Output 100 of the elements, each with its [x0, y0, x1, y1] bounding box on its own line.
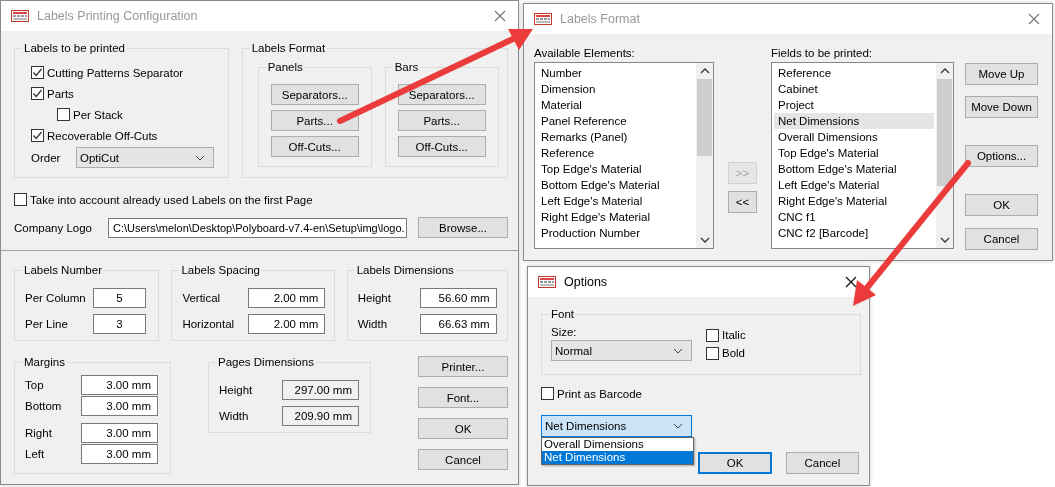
list-item[interactable]: Reference — [774, 65, 934, 81]
field-label: Width — [219, 410, 250, 422]
list-item[interactable]: CNC f2 [Barcode] — [774, 225, 934, 241]
button[interactable]: Separators... — [270, 84, 359, 105]
dropdown-option[interactable]: Overall Dimensions — [542, 438, 693, 451]
button[interactable]: OK — [698, 452, 772, 474]
checkbox[interactable] — [14, 193, 27, 206]
list-box[interactable]: Number Dimension Material Panel Reference Remarks (Panel) Reference Top Edge's Material Bottom Edge's Material Left Edge's Material Right Edge's Material Production Number — [534, 62, 714, 249]
input-field[interactable]: 209.90 mm — [282, 406, 359, 426]
chevron-down-icon[interactable] — [699, 237, 710, 243]
close-icon[interactable] — [845, 276, 857, 288]
checkbox[interactable] — [706, 328, 719, 342]
button[interactable]: Cancel — [418, 449, 508, 470]
list-item[interactable]: Cabinet — [774, 81, 934, 97]
scrollbar-thumb[interactable] — [937, 79, 952, 187]
input-field[interactable]: 3.00 mm — [81, 375, 158, 395]
dropdown-option[interactable]: Net Dimensions — [542, 451, 693, 464]
dropdown[interactable]: Net Dimensions — [541, 415, 693, 437]
list-item[interactable]: CNC f1 — [774, 209, 934, 225]
list-item[interactable]: Material — [537, 97, 694, 113]
checkbox[interactable] — [541, 387, 554, 400]
group-title: Font — [549, 307, 576, 321]
list-item[interactable]: Production Number — [537, 225, 694, 241]
field-label: Bottom — [25, 400, 63, 412]
button[interactable]: Move Up — [965, 63, 1038, 85]
list-item[interactable]: Dimension — [537, 81, 694, 97]
input-field[interactable]: 2.00 mm — [248, 314, 326, 334]
button[interactable]: Parts... — [270, 110, 359, 131]
button[interactable]: Printer... — [418, 356, 508, 377]
keyboard-icon — [11, 10, 29, 22]
field-label: Per Column — [25, 292, 87, 304]
list-item[interactable]: Overall Dimensions — [774, 129, 934, 145]
button[interactable]: Off-Cuts... — [270, 136, 359, 157]
list-box[interactable]: Reference Cabinet Project Net Dimensions Overall Dimensions Top Edge's Material Bottom Edge's Material Left Edge's Material Right Edge's Material CNC f1 CNC f2 [Barcode] — [771, 62, 954, 249]
chevron-up-icon[interactable] — [699, 68, 710, 74]
browse-button[interactable]: Browse... — [418, 217, 508, 238]
list-item[interactable]: Bottom Edge's Material — [537, 177, 694, 193]
button[interactable]: Parts... — [397, 110, 486, 131]
list-item[interactable]: Left Edge's Material — [537, 193, 694, 209]
scrollbar[interactable] — [696, 63, 713, 248]
button[interactable]: Cancel — [785, 452, 859, 474]
checkbox-label[interactable]: Parts — [47, 87, 74, 100]
checkbox[interactable] — [31, 66, 44, 79]
field-label: Per Line — [25, 318, 69, 330]
input-field[interactable]: 5 — [93, 288, 146, 308]
list-item[interactable]: Top Edge's Material — [537, 161, 694, 177]
checkbox-label[interactable]: Cutting Patterns Separator — [47, 66, 184, 79]
button[interactable]: << — [728, 191, 757, 213]
group-title: Labels Dimensions — [354, 263, 456, 277]
input-field[interactable]: 3.00 mm — [81, 444, 158, 464]
checkbox[interactable] — [57, 108, 70, 121]
button[interactable]: Cancel — [965, 228, 1038, 250]
checkbox-label[interactable]: Recoverable Off-Cuts — [47, 129, 158, 142]
field-label: Order — [31, 151, 62, 164]
checkbox-label[interactable]: Italic — [722, 329, 746, 341]
chevron-down-icon[interactable] — [939, 237, 950, 243]
button[interactable]: OK — [965, 194, 1038, 216]
list-item[interactable]: Right Edge's Material — [537, 209, 694, 225]
field-label: Left — [25, 448, 46, 460]
dropdown[interactable]: Normal — [551, 340, 692, 361]
checkbox-label[interactable]: Take into account already used Labels on the first Page — [30, 193, 313, 206]
list-item[interactable]: Panel Reference — [537, 113, 694, 129]
chevron-up-icon[interactable] — [939, 68, 950, 74]
checkbox-label[interactable]: Per Stack — [73, 108, 123, 121]
input-field[interactable]: 3 — [93, 314, 146, 334]
list-item[interactable]: Bottom Edge's Material — [774, 161, 934, 177]
checkbox[interactable] — [31, 129, 44, 142]
checkbox-label[interactable]: Print as Barcode — [557, 387, 642, 400]
field-label: Right — [25, 427, 53, 439]
group-title: Labels Format — [249, 41, 328, 55]
scrollbar-thumb[interactable] — [697, 79, 712, 156]
scrollbar[interactable] — [936, 63, 953, 248]
button[interactable]: OK — [418, 418, 508, 439]
button[interactable]: Off-Cuts... — [397, 136, 486, 157]
group-title: Labels Spacing — [179, 263, 263, 277]
list-item[interactable]: Left Edge's Material — [774, 177, 934, 193]
list-item[interactable]: Number — [537, 65, 694, 81]
input-field[interactable]: 297.00 mm — [282, 380, 359, 400]
list-item[interactable]: Remarks (Panel) — [537, 129, 694, 145]
checkbox[interactable] — [706, 346, 719, 360]
input-field[interactable]: 66.63 mm — [419, 314, 497, 334]
input-field[interactable]: 3.00 mm — [81, 396, 158, 416]
input-field[interactable]: 3.00 mm — [81, 423, 158, 443]
button[interactable]: Move Down — [965, 96, 1038, 118]
list-item[interactable]: Reference — [537, 145, 694, 161]
list-item[interactable]: Net Dimensions — [774, 113, 934, 129]
input-field[interactable]: C:\Users\melon\Desktop\Polyboard-v7.4-en\Setup\img\logo. — [108, 217, 407, 238]
button[interactable]: Options... — [965, 145, 1038, 167]
list-item[interactable]: Right Edge's Material — [774, 193, 934, 209]
list-item[interactable]: Project — [774, 97, 934, 113]
checkbox[interactable] — [31, 87, 44, 100]
input-field[interactable]: 56.60 mm — [419, 288, 497, 308]
dropdown[interactable]: OptiCut — [76, 147, 214, 168]
list-item[interactable]: Top Edge's Material — [774, 145, 934, 161]
window-title: Labels Format — [560, 12, 641, 26]
group-title: Labels to be printed — [22, 41, 128, 55]
checkbox-label[interactable]: Bold — [722, 347, 746, 359]
button[interactable]: Separators... — [397, 84, 486, 105]
input-field[interactable]: 2.00 mm — [248, 288, 326, 308]
button[interactable]: Font... — [418, 387, 508, 408]
